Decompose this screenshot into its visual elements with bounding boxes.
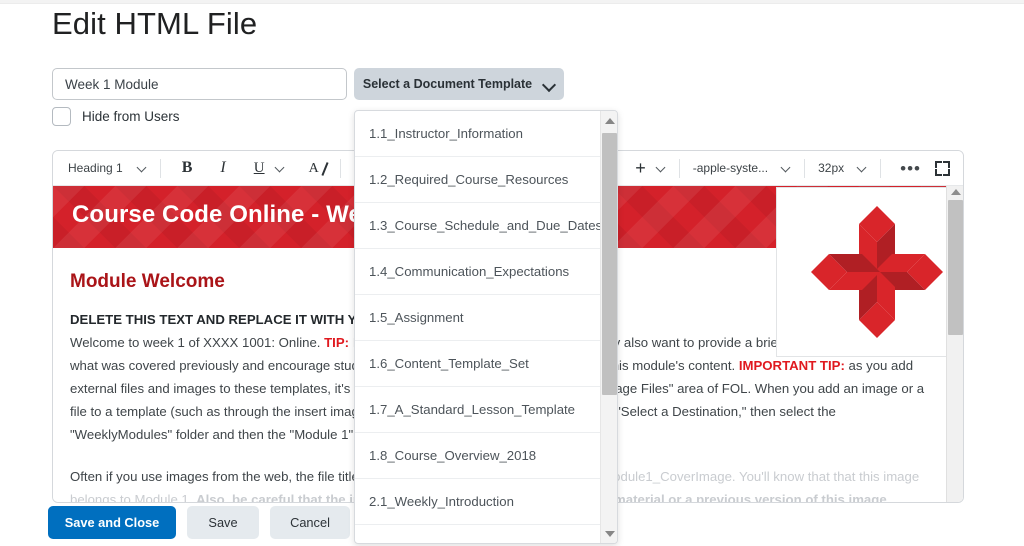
- italic-icon: I: [220, 159, 226, 176]
- template-dropdown-menu: 1.1_Instructor_Information 1.2_Required_…: [354, 110, 618, 544]
- select-document-template-button[interactable]: Select a Document Template: [354, 68, 564, 100]
- scroll-up-arrow-icon[interactable]: [605, 118, 615, 124]
- save-and-close-button[interactable]: Save and Close: [48, 506, 176, 539]
- dropdown-item[interactable]: 2.1_Weekly_Introduction: [355, 479, 602, 525]
- toolbar-divider: [804, 158, 806, 178]
- document-image[interactable]: [776, 187, 963, 357]
- paragraph1-tip2-label: IMPORTANT TIP:: [738, 358, 845, 373]
- bold-button[interactable]: B: [175, 155, 200, 181]
- italic-button[interactable]: I: [213, 155, 232, 181]
- footer-buttons: Save and Close Save Cancel: [48, 506, 350, 539]
- toolbar-divider: [159, 158, 161, 178]
- font-size-dropdown[interactable]: 32px: [811, 155, 874, 181]
- bold-icon: B: [181, 159, 193, 176]
- save-button[interactable]: Save: [187, 506, 259, 539]
- dropdown-item[interactable]: 1.1_Instructor_Information: [355, 111, 602, 157]
- dropdown-item[interactable]: 1.5_Assignment: [355, 295, 602, 341]
- chevron-down-icon: [858, 164, 867, 173]
- dropdown-item[interactable]: 2.2_Content Page: [355, 525, 602, 543]
- dropdown-item[interactable]: 1.8_Course_Overview_2018: [355, 433, 602, 479]
- dropdown-item[interactable]: 1.2_Required_Course_Resources: [355, 157, 602, 203]
- toolbar-divider: [880, 158, 882, 178]
- cancel-button[interactable]: Cancel: [270, 506, 350, 539]
- browser-top-strip: [0, 0, 1024, 4]
- chevron-down-icon: [657, 164, 666, 173]
- file-title-input[interactable]: [52, 68, 347, 100]
- toolbar-divider: [339, 158, 341, 178]
- editor-scrollbar-thumb[interactable]: [948, 200, 963, 335]
- clear-formatting-icon: A: [308, 160, 329, 176]
- plus-icon: +: [635, 158, 646, 178]
- chevron-down-icon: [138, 164, 147, 173]
- more-options-button[interactable]: •••: [893, 155, 928, 181]
- scroll-down-arrow-icon[interactable]: [605, 531, 615, 537]
- fullscreen-button[interactable]: [928, 155, 957, 181]
- dropdown-item[interactable]: 1.6_Content_Template_Set: [355, 341, 602, 387]
- clear-formatting-letter: A: [308, 160, 319, 176]
- dropdown-scrollbar[interactable]: [600, 111, 617, 543]
- template-dropdown-list: 1.1_Instructor_Information 1.2_Required_…: [355, 111, 602, 543]
- clear-formatting-button[interactable]: A: [302, 155, 332, 181]
- scroll-up-arrow-icon[interactable]: [951, 189, 961, 195]
- toolbar-divider: [678, 158, 680, 178]
- underline-icon: U: [253, 159, 265, 176]
- hide-from-users-row[interactable]: Hide from Users: [52, 107, 180, 126]
- font-family-dropdown[interactable]: -apple-syste...: [686, 155, 798, 181]
- document-heading: Module Welcome: [70, 271, 225, 292]
- paragraph-style-dropdown[interactable]: Heading 1: [61, 155, 154, 181]
- hide-from-users-label: Hide from Users: [82, 109, 180, 124]
- expand-icon: [935, 160, 950, 176]
- select-document-template-label: Select a Document Template: [362, 77, 533, 91]
- paragraph-style-label: Heading 1: [68, 161, 123, 175]
- font-size-label: 32px: [818, 161, 845, 175]
- font-family-label: -apple-syste...: [692, 161, 769, 175]
- dropdown-item[interactable]: 1.7_A_Standard_Lesson_Template: [355, 387, 602, 433]
- page-title: Edit HTML File: [52, 6, 258, 41]
- underline-button[interactable]: U: [247, 155, 292, 181]
- paragraph1-tip-label: TIP:: [324, 335, 350, 350]
- dropdown-item[interactable]: 1.4_Communication_Expectations: [355, 249, 602, 295]
- insert-button[interactable]: +: [628, 155, 673, 181]
- paragraph1-part-a: Welcome to week 1 of XXXX 1001: Online.: [70, 335, 325, 350]
- chevron-down-icon: [544, 79, 555, 90]
- dropdown-scrollbar-thumb[interactable]: [602, 133, 617, 395]
- hide-from-users-checkbox[interactable]: [52, 107, 71, 126]
- dropdown-item[interactable]: 1.3_Course_Schedule_and_Due_Dates: [355, 203, 602, 249]
- chevron-down-icon: [276, 164, 285, 173]
- editor-scrollbar[interactable]: [946, 186, 963, 502]
- red-star-logo-icon: [810, 206, 943, 338]
- ellipsis-icon: •••: [900, 158, 921, 178]
- chevron-down-icon: [782, 164, 791, 173]
